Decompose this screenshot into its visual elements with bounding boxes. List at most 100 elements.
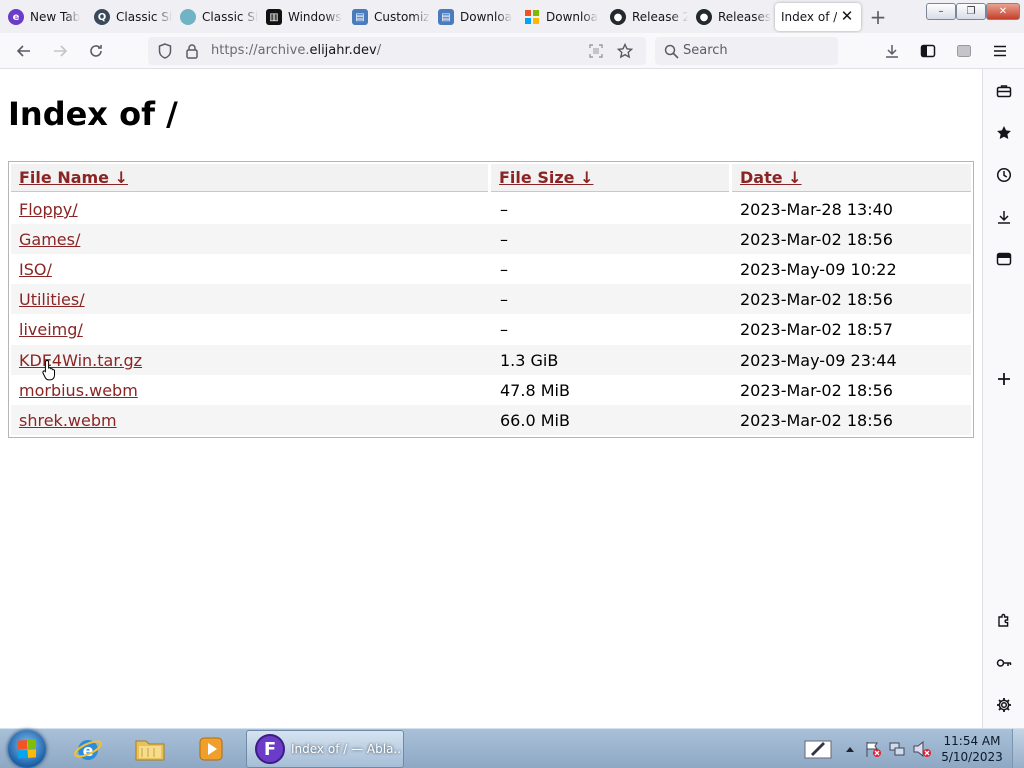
file-link[interactable]: shrek.webm bbox=[19, 411, 117, 430]
windows-logo-icon bbox=[524, 9, 540, 25]
file-link[interactable]: liveimg/ bbox=[19, 320, 83, 339]
action-center-flag-icon[interactable] bbox=[862, 735, 884, 763]
network-icon[interactable] bbox=[886, 735, 908, 763]
tab-label: Release 2 bbox=[632, 10, 688, 24]
table-row: KDE4Win.tar.gz 1.3 GiB 2023-May-09 23:44 bbox=[11, 345, 971, 375]
pen-input-icon[interactable] bbox=[800, 735, 836, 763]
tab-label: New Tab bbox=[30, 10, 81, 24]
navigation-toolbar: https://archive.elijahr.dev/ Search bbox=[0, 33, 1024, 69]
show-desktop-button[interactable] bbox=[1012, 729, 1024, 768]
windows-taskbar: e F Index of / — Abla... 11:54 AM 5/10/2… bbox=[0, 728, 1024, 768]
tab-download-2[interactable]: Downloa bbox=[516, 4, 602, 30]
close-window-button[interactable]: ✕ bbox=[986, 3, 1020, 20]
extension-button[interactable] bbox=[951, 39, 977, 63]
tab-classic-shell-2[interactable]: Classic Sh bbox=[172, 4, 258, 30]
tab-index-of-active[interactable]: Index of / ✕ bbox=[775, 3, 861, 31]
url-host: elijahr.dev bbox=[309, 43, 377, 58]
sort-by-size-link[interactable]: File Size ↓ bbox=[499, 168, 593, 187]
file-link[interactable]: Utilities/ bbox=[19, 290, 85, 309]
close-tab-icon[interactable]: ✕ bbox=[839, 7, 855, 25]
minimize-button[interactable]: – bbox=[926, 3, 956, 20]
maximize-button[interactable]: ❐ bbox=[956, 3, 986, 20]
table-row: liveimg/ – 2023-Mar-02 18:57 bbox=[11, 314, 971, 344]
reader-view-icon[interactable] bbox=[586, 41, 606, 61]
table-row: Utilities/ – 2023-Mar-02 18:56 bbox=[11, 284, 971, 314]
app-menu-button[interactable] bbox=[987, 39, 1013, 63]
file-link[interactable]: Games/ bbox=[19, 230, 80, 249]
file-date: 2023-May-09 23:44 bbox=[740, 351, 897, 370]
file-link[interactable]: Floppy/ bbox=[19, 200, 78, 219]
downloads-icon[interactable] bbox=[992, 205, 1016, 229]
file-size: 1.3 GiB bbox=[500, 351, 559, 370]
forward-arrow-icon bbox=[54, 45, 68, 57]
tab-label: Downloa bbox=[546, 10, 599, 24]
back-button[interactable] bbox=[11, 39, 37, 63]
history-clock-icon[interactable] bbox=[992, 163, 1016, 187]
url-bar[interactable]: https://archive.elijahr.dev/ bbox=[148, 37, 646, 65]
file-link[interactable]: KDE4Win.tar.gz bbox=[19, 351, 142, 370]
search-bar[interactable]: Search bbox=[655, 37, 838, 65]
file-date: 2023-Mar-02 18:56 bbox=[740, 230, 893, 249]
extensions-puzzle-icon[interactable] bbox=[992, 609, 1016, 633]
clock-date: 5/10/2023 bbox=[941, 750, 1003, 764]
table-row: morbius.webm 47.8 MiB 2023-Mar-02 18:56 bbox=[11, 375, 971, 405]
settings-gear-icon[interactable] bbox=[992, 693, 1016, 717]
page-content: Index of / File Name ↓ File Size ↓ Date … bbox=[0, 69, 982, 728]
browser-sidebar bbox=[982, 69, 1024, 728]
github-icon: ● bbox=[610, 9, 626, 25]
tab-label: Classic Sh bbox=[116, 10, 172, 24]
url-prefix: https://archive. bbox=[211, 43, 310, 58]
sort-by-name-link[interactable]: File Name ↓ bbox=[19, 168, 128, 187]
tab-release[interactable]: ● Release 2 bbox=[602, 4, 688, 30]
add-icon[interactable] bbox=[992, 367, 1016, 391]
reload-button[interactable] bbox=[83, 39, 109, 63]
sidebar-toggle-button[interactable] bbox=[915, 39, 941, 63]
sidebar-panel-icon bbox=[920, 44, 936, 58]
tab-windows[interactable]: ▥ Windows bbox=[258, 4, 344, 30]
tab-new-tab[interactable]: e New Tab bbox=[0, 4, 88, 30]
star-icon[interactable] bbox=[992, 121, 1016, 145]
show-hidden-icons[interactable] bbox=[842, 735, 858, 763]
file-size: 66.0 MiB bbox=[500, 411, 570, 430]
taskbar-window-title: Index of / — Abla... bbox=[291, 742, 401, 756]
bookmark-star-icon[interactable] bbox=[615, 41, 635, 61]
tab-releases[interactable]: ● Releases bbox=[688, 4, 774, 30]
media-player-icon[interactable] bbox=[195, 733, 227, 765]
column-header-date: Date ↓ bbox=[732, 164, 971, 192]
file-explorer-icon[interactable] bbox=[134, 733, 166, 765]
table-row: Floppy/ – 2023-Mar-28 13:40 bbox=[11, 194, 971, 224]
classic-shell-icon: Q bbox=[94, 9, 110, 25]
hamburger-menu-icon bbox=[994, 45, 1006, 57]
file-date: 2023-Mar-28 13:40 bbox=[740, 200, 893, 219]
file-date: 2023-May-09 10:22 bbox=[740, 260, 897, 279]
table-row: ISO/ – 2023-May-09 10:22 bbox=[11, 254, 971, 284]
url-suffix: / bbox=[376, 43, 382, 58]
sort-by-date-link[interactable]: Date ↓ bbox=[740, 168, 802, 187]
back-arrow-icon bbox=[16, 45, 30, 57]
downloads-button[interactable] bbox=[879, 39, 905, 63]
tab-download-1[interactable]: ▤ Downloa bbox=[430, 4, 516, 30]
key-icon[interactable] bbox=[992, 651, 1016, 675]
internet-explorer-icon[interactable]: e bbox=[72, 733, 104, 765]
file-link[interactable]: ISO/ bbox=[19, 260, 52, 279]
tracking-protection-shield-icon[interactable] bbox=[155, 41, 175, 61]
tab-classic-shell-1[interactable]: Q Classic Sh bbox=[86, 4, 172, 30]
start-button[interactable] bbox=[8, 730, 46, 768]
customize-icon: ▤ bbox=[352, 9, 368, 25]
file-link[interactable]: morbius.webm bbox=[19, 381, 138, 400]
url-text[interactable]: https://archive.elijahr.dev/ bbox=[211, 43, 381, 58]
sidebar-panel-icon[interactable] bbox=[992, 247, 1016, 271]
forward-button[interactable] bbox=[47, 39, 73, 63]
column-header-size: File Size ↓ bbox=[491, 164, 729, 192]
taskbar-firefox-window[interactable]: F Index of / — Abla... bbox=[246, 730, 404, 768]
briefcase-icon[interactable] bbox=[992, 79, 1016, 103]
tab-label: Downloa bbox=[460, 10, 513, 24]
system-clock[interactable]: 11:54 AM 5/10/2023 bbox=[940, 733, 1004, 765]
volume-muted-icon[interactable] bbox=[910, 735, 934, 763]
lock-icon[interactable] bbox=[182, 41, 202, 61]
file-size: – bbox=[500, 290, 508, 309]
tab-customize[interactable]: ▤ Customiz bbox=[344, 4, 430, 30]
tab-label: Releases bbox=[718, 10, 772, 24]
new-tab-button[interactable]: + bbox=[866, 5, 890, 29]
file-size: 47.8 MiB bbox=[500, 381, 570, 400]
